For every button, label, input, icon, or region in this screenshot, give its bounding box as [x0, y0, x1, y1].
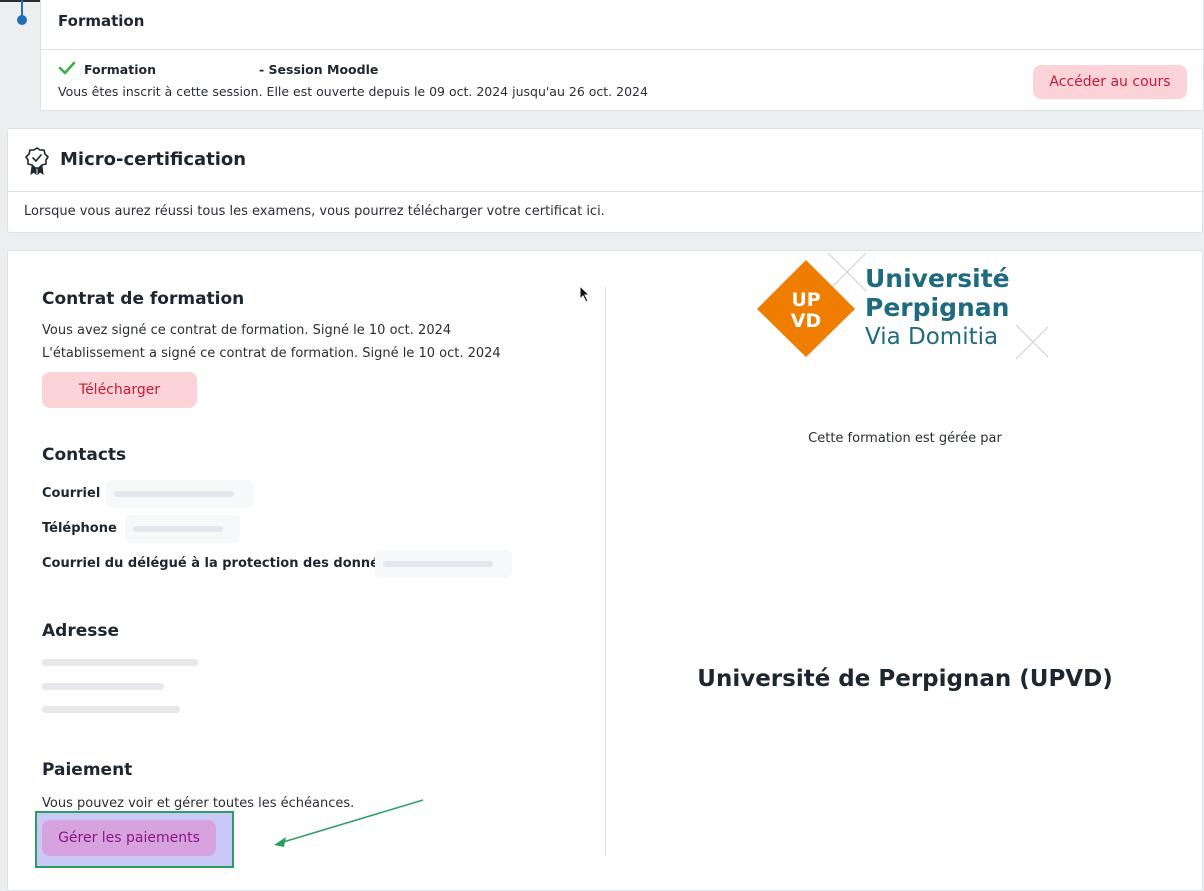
email-label: Courriel: [42, 486, 101, 501]
contract-signed-institution: L'établissement a signé ce contrat de fo…: [42, 346, 501, 361]
payment-description: Vous pouvez voir et gérer toutes les éch…: [42, 796, 355, 811]
address-line-redacted: [42, 683, 164, 690]
timeline-line: [21, 0, 23, 16]
session-name: Formation: [84, 62, 156, 77]
address-title: Adresse: [42, 621, 120, 641]
divider: [41, 49, 1203, 50]
logo-line2: Perpignan: [865, 293, 1009, 322]
timeline-dot: [17, 15, 27, 25]
formation-card: Formation Formation - Session Moodle Vou…: [40, 0, 1204, 111]
logo-badge-bottom: VD: [791, 310, 821, 332]
certificate-badge-icon: [25, 147, 49, 175]
formation-title: Formation: [58, 12, 145, 30]
contract-signed-user: Vous avez signé ce contrat de formation.…: [42, 323, 452, 338]
logo-badge-top: UP: [791, 289, 820, 311]
logo-line1: Université: [865, 264, 1010, 293]
address-line-redacted: [42, 659, 198, 666]
mouse-cursor-icon: [579, 285, 591, 303]
dpo-email-label: Courriel du délégué à la protection des …: [42, 556, 396, 571]
column-divider: [605, 287, 606, 856]
address-line-redacted: [42, 706, 180, 713]
dpo-email-value-redacted: [375, 550, 512, 578]
session-description: Vous êtes inscrit à cette session. Elle …: [58, 84, 648, 99]
email-value-redacted: [106, 480, 253, 508]
payment-title: Paiement: [42, 760, 133, 780]
contract-title: Contrat de formation: [42, 289, 245, 309]
manage-payments-button[interactable]: Gérer les paiements: [42, 820, 216, 856]
institution-name: Université de Perpignan (UPVD): [697, 666, 1113, 692]
contacts-title: Contacts: [42, 445, 127, 465]
download-contract-button[interactable]: Télécharger: [42, 372, 197, 408]
micro-certification-title: Micro-certification: [60, 149, 247, 170]
session-suffix: - Session Moodle: [259, 62, 379, 77]
micro-certification-description: Lorsque vous aurez réussi tous les exame…: [24, 204, 605, 219]
check-icon: [58, 61, 76, 75]
managed-by-caption: Cette formation est gérée par: [808, 431, 1002, 446]
phone-value-redacted: [125, 515, 240, 543]
phone-label: Téléphone: [42, 521, 117, 536]
access-course-button[interactable]: Accéder au cours: [1033, 65, 1187, 99]
logo-line3: Via Domitia: [865, 324, 998, 350]
upvd-logo: UP VD Université Perpignan Via Domitia: [757, 252, 1048, 360]
micro-certification-card: Micro-certification Lorsque vous aurez r…: [7, 128, 1203, 233]
divider: [8, 191, 1202, 192]
